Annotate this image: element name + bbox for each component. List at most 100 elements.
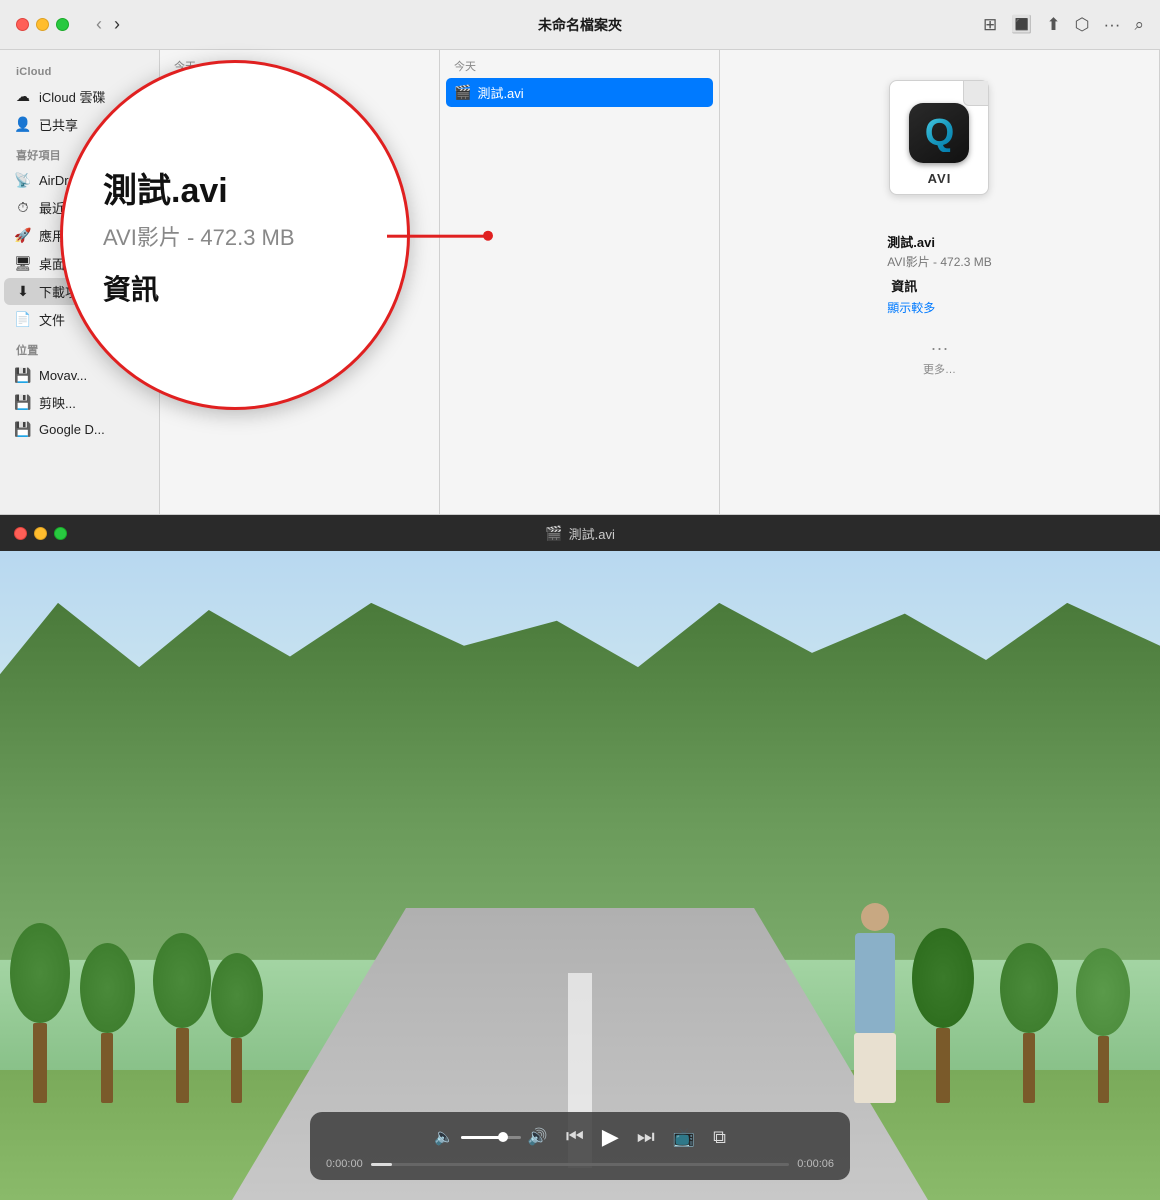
sidebar-item-downloads[interactable]: ⬇ 下載項目 xyxy=(4,278,155,305)
nav-arrows: ‹ › xyxy=(91,12,125,37)
toolbar-right: ⊞ 🔳 ⬆ ⬡ ··· ⌕ xyxy=(983,15,1144,35)
sidebar-item-movav[interactable]: 💾 Movav... xyxy=(4,363,155,388)
player-title-text: 測試.avi xyxy=(569,524,615,543)
file-type-label: AVI xyxy=(928,171,952,186)
back-button[interactable]: ‹ xyxy=(91,12,107,37)
desktop-icon: 🖥 xyxy=(14,255,32,272)
airdrop-icon: 📡 xyxy=(14,172,32,189)
quicktime-q-icon: Q xyxy=(925,114,955,152)
fast-forward-button[interactable]: ⏭ xyxy=(635,1124,657,1151)
view-columns-icon[interactable]: ⊞ xyxy=(983,15,997,35)
time-current: 0:00:00 xyxy=(326,1158,363,1170)
column-1: 今天 📁 100... xyxy=(160,50,440,514)
view-options-icon[interactable]: 🔳 xyxy=(1011,15,1032,35)
sidebar-label-airdrop: AirDrop xyxy=(39,173,83,188)
sidebar-section-locations: 位置 xyxy=(0,334,159,362)
sidebar-item-desktop[interactable]: 🖥 桌面 xyxy=(4,250,155,277)
video-scene xyxy=(0,551,1160,1200)
forward-button[interactable]: › xyxy=(109,12,125,37)
progress-bar[interactable] xyxy=(371,1163,790,1166)
preview-more-dots[interactable]: ··· xyxy=(931,338,949,359)
finder-body: iCloud ☁ iCloud 雲碟 👤 已共享 喜好項目 📡 AirDrop … xyxy=(0,50,1160,514)
player-controls: 🔈 🔊 ⏮ ▶ ⏭ 📺 ⧉ xyxy=(310,1112,850,1180)
preview-more-text[interactable]: 更多… xyxy=(923,361,956,377)
maximize-button[interactable] xyxy=(56,18,69,31)
sidebar-section-favorites: 喜好項目 xyxy=(0,139,159,167)
file-paper-icon: Q AVI xyxy=(889,80,989,195)
recents-icon: ⏱ xyxy=(14,199,32,216)
traffic-lights xyxy=(16,18,69,31)
sidebar-item-shared[interactable]: 👤 已共享 xyxy=(4,111,155,138)
col2-section-header: 今天 xyxy=(440,50,719,78)
player-window: 🎬 測試.avi xyxy=(0,515,1160,1200)
sidebar-label-movav: Movav... xyxy=(39,368,87,383)
preview-show-more[interactable]: 顯示較多 xyxy=(887,299,991,316)
more-icon[interactable]: ··· xyxy=(1103,15,1120,35)
sidebar-label-desktop: 桌面 xyxy=(39,254,65,273)
sidebar-item-airdrop[interactable]: 📡 AirDrop xyxy=(4,168,155,193)
sidebar-section-icloud: iCloud xyxy=(0,58,159,82)
sidebar-item-googledrive[interactable]: 💾 Google D... xyxy=(4,417,155,442)
close-button[interactable] xyxy=(16,18,29,31)
volume-high-button[interactable]: 🔊 xyxy=(526,1125,550,1149)
sidebar-item-recents[interactable]: ⏱ 最近項目 xyxy=(4,194,155,221)
preview-icon-area: Q AVI 測試.avi AVI影片 - 472.3 MB 資訊 顯示較多 ··… xyxy=(879,80,999,377)
shared-icon: 👤 xyxy=(14,116,32,133)
minimize-button[interactable] xyxy=(36,18,49,31)
sidebar-label-downloads: 下載項目 xyxy=(39,282,91,301)
player-titlebar: 🎬 測試.avi xyxy=(0,515,1160,551)
rewind-button[interactable]: ⏮ xyxy=(564,1124,586,1151)
sidebar-label-documents: 文件 xyxy=(39,310,65,329)
share-icon[interactable]: ⬆ xyxy=(1046,15,1060,35)
progress-fill xyxy=(371,1163,392,1166)
preview-filename: 測試.avi xyxy=(887,232,991,251)
sidebar-item-documents[interactable]: 📄 文件 xyxy=(4,306,155,333)
googledrive-icon: 💾 xyxy=(14,421,32,438)
person-body xyxy=(855,933,895,1033)
player-maximize-button[interactable] xyxy=(54,527,67,540)
time-total: 0:00:06 xyxy=(797,1158,834,1170)
player-traffic-lights xyxy=(14,527,67,540)
avi-file-icon: 🎬 xyxy=(454,84,471,101)
documents-icon: 📄 xyxy=(14,311,32,328)
preview-info-label: 資訊 xyxy=(887,276,991,295)
volume-fill xyxy=(461,1136,503,1139)
pip-button[interactable]: ⧉ xyxy=(711,1125,728,1150)
finder-titlebar: ‹ › 未命名檔案夾 ⊞ 🔳 ⬆ ⬡ ··· ⌕ xyxy=(0,0,1160,50)
volume-thumb[interactable] xyxy=(498,1132,508,1142)
player-close-button[interactable] xyxy=(14,527,27,540)
scene-person xyxy=(845,903,905,1103)
col2-item-avi[interactable]: 🎬 測試.avi xyxy=(446,78,713,107)
col1-section-header: 今天 xyxy=(160,50,439,78)
sidebar-label-googledrive: Google D... xyxy=(39,422,105,437)
search-icon[interactable]: ⌕ xyxy=(1134,15,1144,35)
controls-row-main: 🔈 🔊 ⏮ ▶ ⏭ 📺 ⧉ xyxy=(326,1122,834,1152)
avi-icon-wrap: Q AVI xyxy=(879,80,999,210)
volume-slider[interactable] xyxy=(461,1136,521,1139)
volume-icon-button[interactable]: 🔈 xyxy=(432,1125,456,1149)
finder-window: ‹ › 未命名檔案夾 ⊞ 🔳 ⬆ ⬡ ··· ⌕ iCloud ☁ iCloud… xyxy=(0,0,1160,515)
sidebar-label-jianying: 剪映... xyxy=(39,393,76,412)
icloud-drive-icon: ☁ xyxy=(14,88,32,105)
airplay-button[interactable]: 📺 xyxy=(671,1125,697,1150)
columns-area: 今天 📁 100... 今天 🎬 測試.avi xyxy=(160,50,1160,514)
folder-icon: 📁 xyxy=(174,83,191,100)
col1-item-folder[interactable]: 📁 100... xyxy=(160,78,439,105)
person-head xyxy=(861,903,889,931)
sidebar-label-shared: 已共享 xyxy=(39,115,78,134)
movav-drive-icon: 💾 xyxy=(14,367,32,384)
sidebar-item-jianying[interactable]: 💾 剪映... xyxy=(4,389,155,416)
sidebar-item-apps[interactable]: 🚀 應用程式 xyxy=(4,222,155,249)
tag-icon[interactable]: ⬡ xyxy=(1075,15,1090,35)
scene-trees-left xyxy=(0,713,290,1102)
downloads-icon: ⬇ xyxy=(14,283,32,300)
sidebar-label-icloud-drive: iCloud 雲碟 xyxy=(39,87,105,106)
quicktime-badge: Q xyxy=(909,103,969,163)
video-area[interactable]: 🔈 🔊 ⏮ ▶ ⏭ 📺 ⧉ xyxy=(0,551,1160,1200)
volume-control: 🔈 🔊 xyxy=(432,1125,550,1149)
sidebar-item-icloud-drive[interactable]: ☁ iCloud 雲碟 xyxy=(4,83,155,110)
play-pause-button[interactable]: ▶ xyxy=(600,1122,621,1152)
sidebar: iCloud ☁ iCloud 雲碟 👤 已共享 喜好項目 📡 AirDrop … xyxy=(0,50,160,514)
col2-item-label: 測試.avi xyxy=(477,83,523,102)
player-minimize-button[interactable] xyxy=(34,527,47,540)
